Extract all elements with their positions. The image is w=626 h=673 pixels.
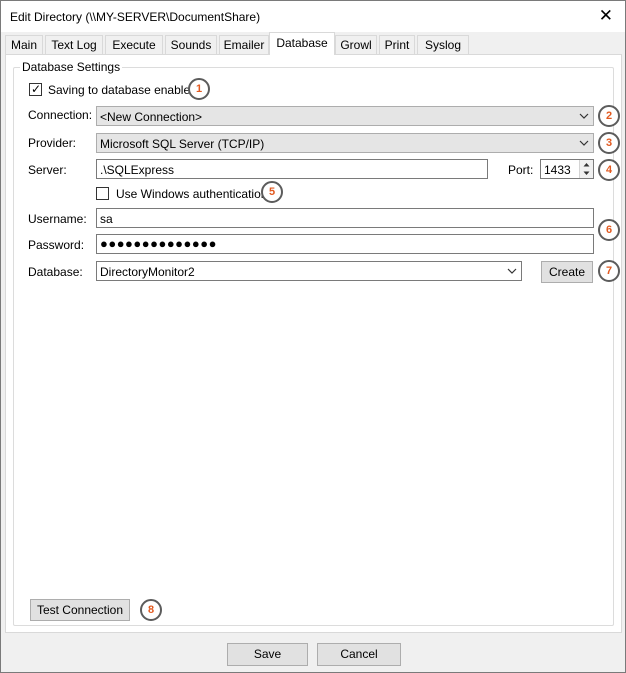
provider-select[interactable]: Microsoft SQL Server (TCP/IP)	[96, 133, 594, 153]
chevron-down-icon	[507, 268, 517, 274]
chevron-down-icon	[579, 140, 589, 146]
port-label: Port:	[508, 163, 534, 177]
group-title: Database Settings	[20, 60, 123, 74]
provider-label: Provider:	[28, 136, 77, 150]
callout-badge-5: 5	[261, 181, 283, 203]
saving-enabled-label: Saving to database enabled	[48, 83, 197, 97]
username-input[interactable]: sa	[96, 208, 594, 228]
checkmark-icon: ✓	[31, 82, 42, 96]
tab-syslog[interactable]: Syslog	[417, 35, 469, 55]
connection-label: Connection:	[28, 108, 93, 122]
database-select[interactable]: DirectoryMonitor2	[96, 261, 522, 281]
callout-badge-3: 3	[598, 132, 620, 154]
tab-database[interactable]: Database	[269, 32, 335, 55]
connection-select[interactable]: <New Connection>	[96, 106, 594, 126]
username-label: Username:	[28, 212, 87, 226]
windows-auth-label: Use Windows authentication	[116, 187, 268, 201]
callout-badge-8: 8	[140, 599, 162, 621]
edit-directory-window: Edit Directory (\\MY-SERVER\DocumentShar…	[0, 0, 626, 673]
spin-up-icon[interactable]	[580, 160, 593, 169]
windows-auth-checkbox[interactable]	[96, 187, 109, 200]
callout-badge-1: 1	[188, 78, 210, 100]
callout-badge-6: 6	[598, 219, 620, 241]
password-input[interactable]: ●●●●●●●●●●●●●●	[96, 234, 594, 254]
create-database-button[interactable]: Create	[541, 261, 593, 283]
cancel-button[interactable]: Cancel	[317, 643, 401, 666]
tab-main[interactable]: Main	[5, 35, 43, 55]
title-bar: Edit Directory (\\MY-SERVER\DocumentShar…	[1, 1, 625, 32]
tab-execute[interactable]: Execute	[105, 35, 163, 55]
provider-value: Microsoft SQL Server (TCP/IP)	[100, 137, 265, 151]
server-value: .\SQLExpress	[100, 163, 175, 177]
close-icon[interactable]: ✕	[599, 6, 613, 26]
chevron-down-icon	[579, 113, 589, 119]
server-input[interactable]: .\SQLExpress	[96, 159, 488, 179]
tab-emailer[interactable]: Emailer	[219, 35, 269, 55]
port-stepper[interactable]: 1433	[540, 159, 594, 179]
spin-down-icon[interactable]	[580, 169, 593, 178]
save-button[interactable]: Save	[227, 643, 308, 666]
port-spin-buttons	[579, 160, 593, 178]
saving-enabled-checkbox[interactable]: ✓	[29, 82, 42, 96]
tab-text-log[interactable]: Text Log	[45, 35, 103, 55]
username-value: sa	[100, 212, 113, 226]
callout-badge-7: 7	[598, 260, 620, 282]
password-label: Password:	[28, 238, 85, 252]
callout-badge-4: 4	[598, 159, 620, 181]
callout-badge-2: 2	[598, 105, 620, 127]
tab-growl[interactable]: Growl	[335, 35, 377, 55]
connection-value: <New Connection>	[100, 110, 203, 124]
server-label: Server:	[28, 163, 67, 177]
database-value: DirectoryMonitor2	[100, 265, 195, 279]
database-settings-group: Database Settings ✓ Saving to database e…	[13, 60, 620, 626]
database-label: Database:	[28, 265, 83, 279]
password-masked-value: ●●●●●●●●●●●●●●	[100, 236, 217, 251]
tab-sounds[interactable]: Sounds	[165, 35, 217, 55]
window-title: Edit Directory (\\MY-SERVER\DocumentShar…	[10, 10, 261, 24]
database-tab-panel: Database Settings ✓ Saving to database e…	[5, 54, 622, 633]
port-value: 1433	[544, 163, 571, 177]
tab-print[interactable]: Print	[379, 35, 415, 55]
test-connection-button[interactable]: Test Connection	[30, 599, 130, 621]
